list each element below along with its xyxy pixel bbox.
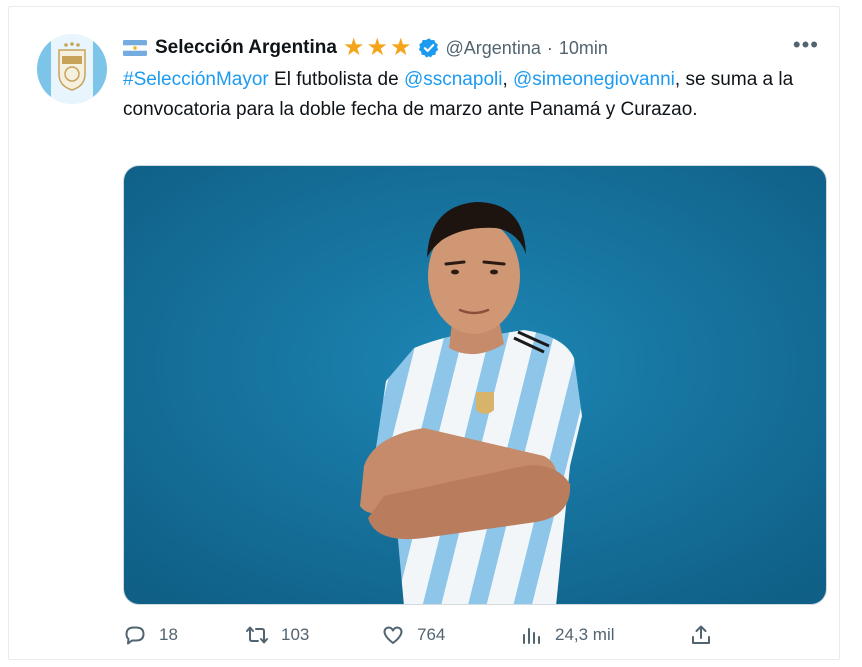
share-icon [692, 625, 710, 644]
hashtag-link[interactable]: #SelecciónMayor [123, 69, 269, 90]
argentina-flag-icon [123, 40, 147, 56]
reply-count: 18 [159, 625, 178, 644]
time-separator: · [546, 37, 553, 58]
view-count: 24,3 mil [555, 625, 615, 644]
star-icon: ★ [342, 34, 365, 61]
more-options-icon[interactable]: ••• [793, 34, 819, 56]
display-name[interactable]: Selección Argentina [155, 37, 337, 59]
tweet-text-part: El futbolista de [268, 69, 404, 90]
tweet-actions: 18 103 764 24,3 mil [123, 623, 723, 653]
views-button[interactable]: 24,3 mil [519, 623, 615, 647]
retweet-button[interactable]: 103 [245, 623, 309, 647]
verified-badge-icon [418, 38, 438, 58]
tweet-text: #SelecciónMayor El futbolista de @sscnap… [123, 65, 813, 125]
star-icon: ★ [366, 34, 388, 61]
stars-group: ★ ★ ★ [343, 36, 412, 60]
mention-link-napoli[interactable]: @sscnapoli [404, 69, 503, 90]
like-count: 764 [417, 625, 446, 644]
views-bar-chart-icon [523, 628, 540, 644]
star-icon: ★ [390, 34, 412, 61]
afa-crest-icon [37, 34, 107, 104]
handle[interactable]: @Argentina [446, 38, 541, 59]
avatar[interactable] [37, 34, 107, 104]
tweet-text-part: , [502, 69, 514, 90]
retweet-count: 103 [281, 625, 310, 644]
share-button[interactable] [689, 623, 713, 647]
reply-button[interactable]: 18 [123, 623, 178, 647]
like-button[interactable]: 764 [381, 623, 445, 647]
heart-icon [383, 626, 403, 644]
tweet-media[interactable] [123, 165, 827, 605]
mention-link-simeone[interactable]: @simeonegiovanni [513, 69, 675, 90]
player-photo [124, 166, 826, 604]
tweet-header: Selección Argentina ★ ★ ★ @Argentina · 1… [123, 35, 799, 61]
reply-icon [125, 626, 145, 645]
timestamp[interactable]: 10min [559, 38, 608, 59]
tweet-card[interactable]: Selección Argentina ★ ★ ★ @Argentina · 1… [8, 6, 840, 660]
retweet-icon [246, 626, 268, 644]
